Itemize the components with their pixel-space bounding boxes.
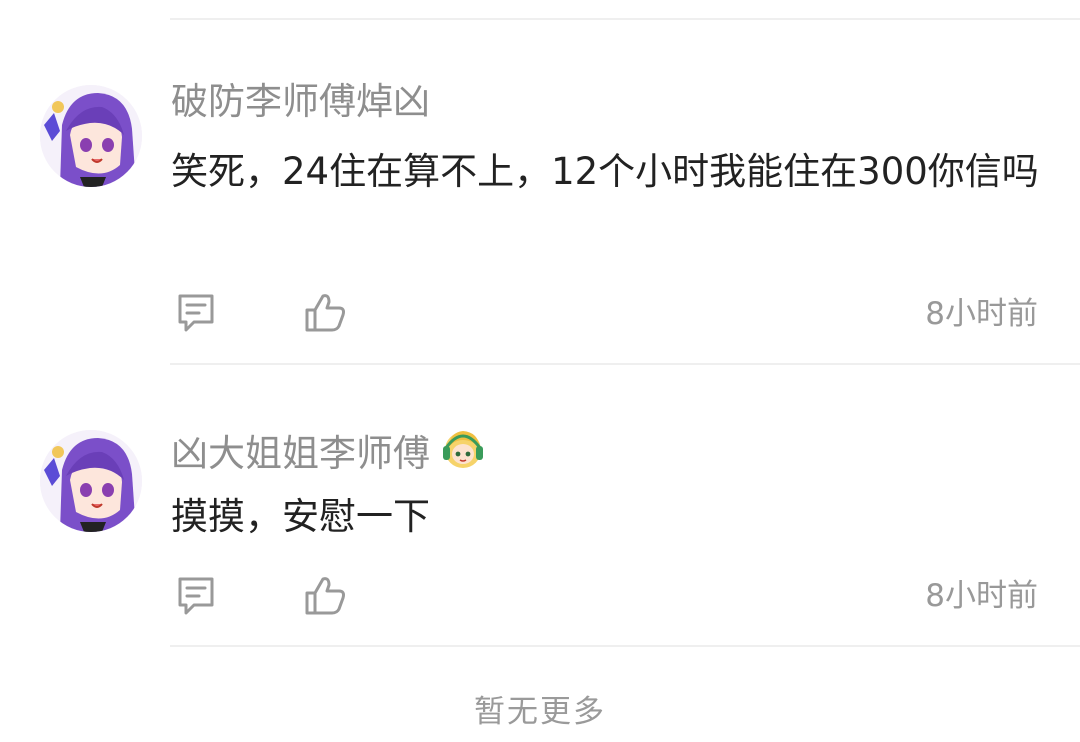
username-text: 凶大姐姐李师傅 — [171, 432, 430, 475]
comment-content: 摸摸，安慰一下 — [171, 495, 430, 538]
thumbs-up-icon[interactable] — [303, 290, 347, 334]
thumbs-up-icon[interactable] — [303, 573, 347, 617]
anime-girl-avatar-icon — [40, 85, 142, 187]
anime-girl-avatar-icon — [40, 430, 142, 532]
divider — [170, 645, 1080, 647]
comment-username[interactable]: 凶大姐姐李师傅 — [171, 426, 486, 476]
comment-icon[interactable] — [174, 573, 218, 617]
comment-icon[interactable] — [174, 290, 218, 334]
comment-time: 8小时前 — [925, 296, 1038, 332]
comment-time: 8小时前 — [925, 578, 1038, 614]
no-more-text: 暂无更多 — [474, 694, 606, 730]
divider — [170, 18, 1080, 20]
blonde-girl-badge-icon — [443, 431, 483, 468]
comment-content: 笑死，24住在算不上，12个小时我能住在300你信吗 — [171, 150, 1039, 193]
comment-username[interactable]: 破防李师傅焯凶 — [171, 80, 430, 124]
avatar[interactable] — [40, 85, 142, 187]
comment-list: 破防李师傅焯凶 笑死，24住在算不上，12个小时我能住在300你信吗 8小时前 … — [0, 0, 1080, 742]
avatar[interactable] — [40, 430, 142, 532]
divider — [170, 363, 1080, 365]
